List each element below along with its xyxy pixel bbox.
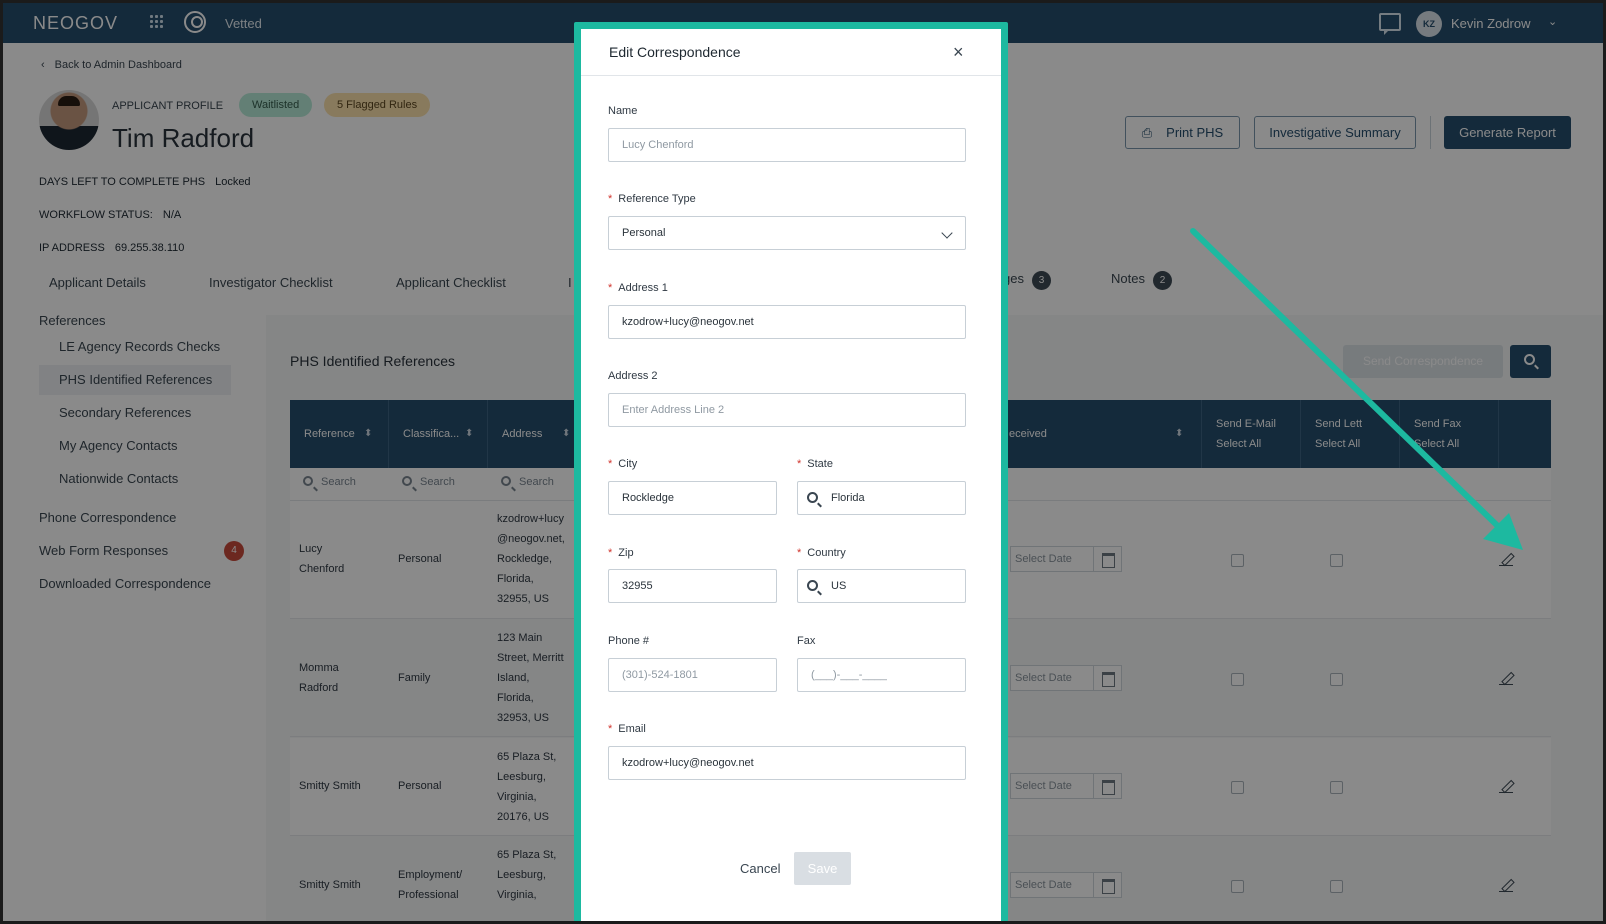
search-icon [807, 580, 818, 591]
edit-correspondence-modal: Edit Correspondence × Name Lucy Chenford… [581, 29, 1001, 921]
city-field[interactable]: Rockledge [608, 481, 777, 515]
zip-label: * Zip [608, 547, 634, 559]
country-field[interactable]: US [797, 569, 966, 603]
address2-label: Address 2 [608, 370, 658, 382]
country-value: US [831, 580, 847, 592]
address1-field[interactable]: kzodrow+lucy@neogov.net [608, 305, 966, 339]
chevron-down-icon [941, 227, 953, 239]
state-field[interactable]: Florida [797, 481, 966, 515]
country-label: * Country [797, 547, 846, 559]
modal-divider [581, 75, 1001, 76]
app-frame: NEOGOV Vetted KZ Kevin Zodrow ⌄ ‹ Back to… [3, 3, 1603, 921]
reference-type-value: Personal [622, 227, 666, 239]
cancel-button[interactable]: Cancel [740, 861, 780, 876]
search-icon [807, 492, 818, 503]
state-value: Florida [831, 492, 865, 504]
name-field[interactable]: Lucy Chenford [608, 128, 966, 162]
fax-field[interactable]: (___)-___-____ [797, 658, 966, 692]
email-field[interactable]: kzodrow+lucy@neogov.net [608, 746, 966, 780]
reference-type-label: * Reference Type [608, 193, 696, 205]
close-icon[interactable]: × [953, 42, 964, 63]
save-button[interactable]: Save [794, 852, 851, 885]
name-label: Name [608, 105, 638, 117]
address1-label: * Address 1 [608, 282, 668, 294]
modal-title: Edit Correspondence [609, 44, 741, 60]
zip-field[interactable]: 32955 [608, 569, 777, 603]
reference-type-select[interactable]: Personal [608, 216, 966, 250]
email-label: * Email [608, 723, 646, 735]
fax-label: Fax [797, 635, 816, 647]
phone-field[interactable]: (301)-524-1801 [608, 658, 777, 692]
phone-label: Phone # [608, 635, 649, 647]
state-label: * State [797, 458, 833, 470]
city-label: * City [608, 458, 638, 470]
address2-field[interactable]: Enter Address Line 2 [608, 393, 966, 427]
